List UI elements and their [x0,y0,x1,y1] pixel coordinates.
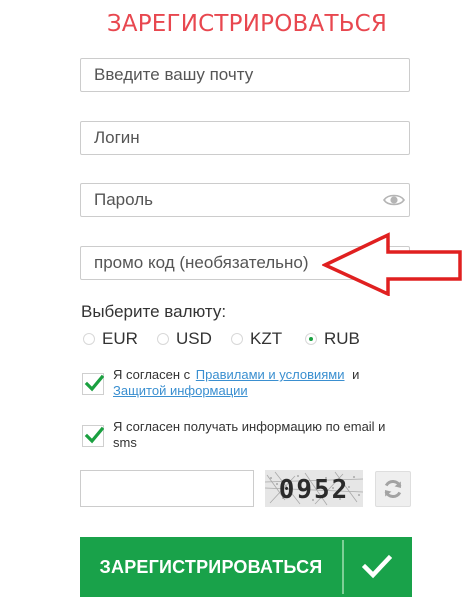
register-button-label: ЗАРЕГИСТРИРОВАТЬСЯ [99,557,323,577]
checkmark-icon [84,426,104,444]
login-field[interactable] [81,122,409,154]
radio-circle[interactable] [83,333,95,345]
terms-checkbox[interactable] [82,373,104,395]
email-field-wrapper [80,58,410,92]
currency-option-label: USD [176,329,212,348]
radio-circle[interactable] [231,333,243,345]
terms-text-before: Я согласен с [113,367,191,382]
currency-option-label: EUR [102,329,138,348]
button-divider [342,540,344,594]
login-field-wrapper [80,121,410,155]
register-submit-button[interactable]: ЗАРЕГИСТРИРОВАТЬСЯ [80,537,412,597]
radio-circle[interactable] [157,333,169,345]
password-field-wrapper [80,183,410,217]
currency-option-usd[interactable]: USD [157,329,212,349]
radio-circle-selected[interactable] [305,333,317,345]
form-title: ЗАРЕГИСТРИРОВАТЬСЯ [106,11,388,37]
currency-option-label: RUB [324,329,360,348]
eye-icon[interactable] [383,191,405,209]
terms-joiner: и [352,367,360,382]
currency-label: Выберите валюту: [81,302,227,321]
refresh-icon [384,479,402,499]
newsletter-checkbox[interactable] [82,425,104,447]
captcha-input[interactable] [81,471,253,506]
red-arrow-annotation [322,232,462,296]
checkmark-icon [84,374,104,392]
captcha-input-wrapper [80,470,254,507]
refresh-captcha-button[interactable] [375,471,411,507]
captcha-code: 0952 [279,475,350,505]
currency-option-eur[interactable]: EUR [83,329,138,349]
privacy-link[interactable]: Защитой информации [113,383,248,398]
newsletter-text: Я согласен получать информацию по email … [113,419,386,450]
checkmark-icon [362,554,392,579]
captcha-image: 0952 [265,470,363,507]
currency-option-label: KZT [250,329,283,348]
currency-option-kzt[interactable]: KZT [231,329,282,349]
rules-link[interactable]: Правилами и условиями [196,367,345,382]
email-field[interactable] [81,59,409,91]
currency-option-rub[interactable]: RUB [305,329,360,349]
terms-text: Я согласен с Правилами и условиями и Защ… [113,367,403,399]
password-field[interactable] [81,184,409,216]
